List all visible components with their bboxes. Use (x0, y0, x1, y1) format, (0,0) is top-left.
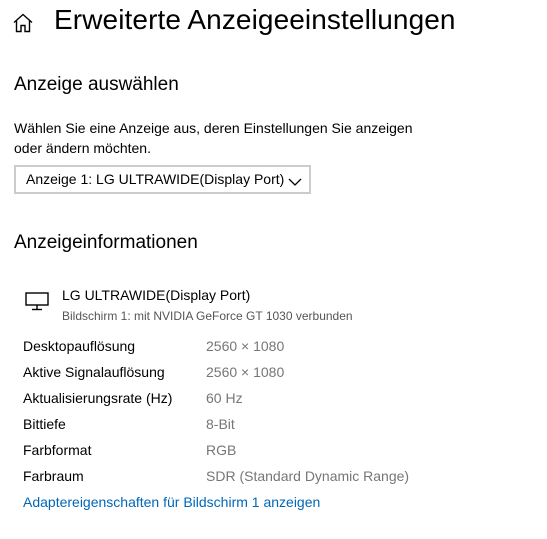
info-label: Aktive Signalauflösung (23, 364, 165, 380)
info-row-bit-depth: Bittiefe 8-Bit (23, 414, 503, 440)
display-info-table: Desktopauflösung 2560 × 1080 Aktive Sign… (23, 336, 503, 492)
page-title: Erweiterte Anzeigeeinstellungen (54, 4, 456, 35)
info-row-active-signal-resolution: Aktive Signalauflösung 2560 × 1080 (23, 362, 503, 388)
info-value: 8-Bit (206, 416, 235, 432)
info-row-color-format: Farbformat RGB (23, 440, 503, 466)
info-value: 2560 × 1080 (206, 364, 285, 380)
chevron-down-icon (288, 174, 302, 186)
monitor-icon (25, 291, 49, 311)
info-label: Farbformat (23, 442, 92, 458)
display-select-dropdown[interactable]: Anzeige 1: LG ULTRAWIDE(Display Port) (14, 165, 311, 194)
info-value: 2560 × 1080 (206, 338, 285, 354)
select-display-description: Wählen Sie eine Anzeige aus, deren Einst… (14, 120, 413, 156)
info-label: Desktopauflösung (23, 338, 136, 354)
info-value: 60 Hz (206, 390, 243, 406)
display-select-value: Anzeige 1: LG ULTRAWIDE(Display Port) (26, 171, 285, 187)
info-row-desktop-resolution: Desktopauflösung 2560 × 1080 (23, 336, 503, 362)
info-row-color-space: Farbraum SDR (Standard Dynamic Range) (23, 466, 503, 492)
info-row-refresh-rate: Aktualisierungsrate (Hz) 60 Hz (23, 388, 503, 414)
monitor-subtitle: Bildschirm 1: mit NVIDIA GeForce GT 1030… (62, 309, 353, 323)
monitor-name: LG ULTRAWIDE(Display Port) (62, 287, 251, 303)
select-display-heading: Anzeige auswählen (14, 74, 179, 95)
home-icon[interactable] (11, 11, 35, 35)
info-label: Bittiefe (23, 416, 66, 432)
settings-page: Erweiterte Anzeigeeinstellungen Anzeige … (0, 0, 547, 539)
display-info-heading: Anzeigeinformationen (14, 232, 198, 253)
info-value: RGB (206, 442, 237, 458)
info-label: Aktualisierungsrate (Hz) (23, 390, 173, 406)
info-value: SDR (Standard Dynamic Range) (206, 468, 410, 484)
info-label: Farbraum (23, 468, 84, 484)
adapter-properties-link[interactable]: Adaptereigenschaften für Bildschirm 1 an… (23, 494, 320, 510)
